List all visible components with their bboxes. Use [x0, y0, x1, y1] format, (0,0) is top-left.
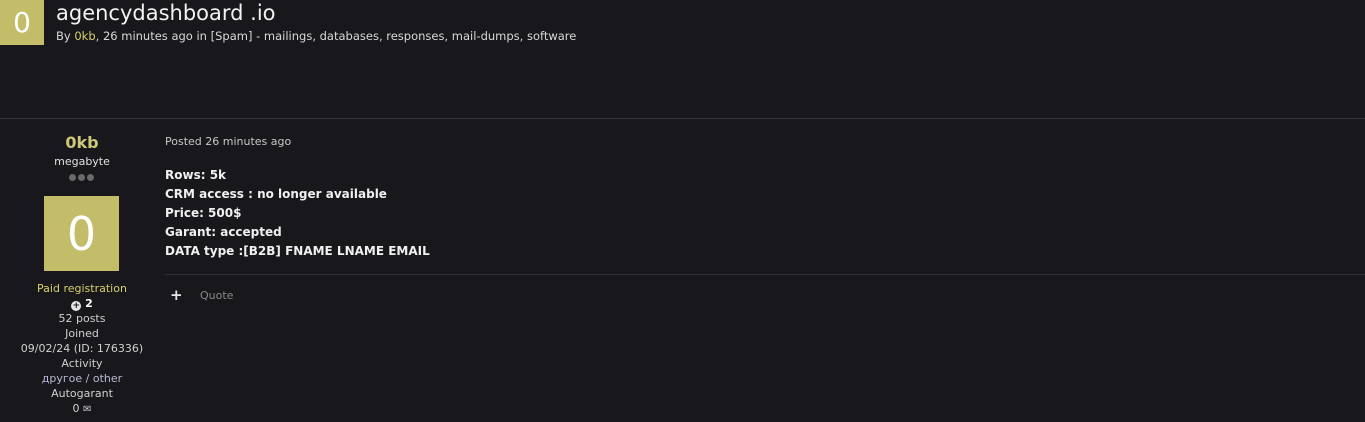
post-content: Posted 26 minutes ago Rows: 5k CRM acces…	[165, 119, 1365, 422]
activity-label: Activity	[61, 357, 103, 370]
post-line: DATA type :[B2B] FNAME LNAME EMAIL	[165, 244, 430, 258]
topic-title: agencydashboard .io	[56, 1, 276, 25]
activity-value: другое / other	[41, 372, 123, 385]
author-group: Paid registration	[37, 282, 127, 295]
post-line: CRM access : no longer available	[165, 187, 387, 201]
handshake-icon: ✉	[83, 404, 92, 415]
joined-label: Joined	[65, 327, 99, 340]
author-post-count: 52 posts	[58, 312, 106, 325]
joined-value: 09/02/24 (ID: 176336)	[20, 342, 144, 355]
post-divider	[165, 274, 1365, 275]
author-avatar[interactable]: 0	[44, 196, 119, 271]
reputation-count: 2	[85, 297, 93, 310]
author-reputation[interactable]: + 2	[0, 297, 164, 311]
topic-avatar[interactable]: 0	[0, 0, 44, 45]
quote-button[interactable]: Quote	[200, 289, 233, 302]
post-body: Rows: 5k CRM access : no longer availabl…	[165, 166, 430, 261]
autogarant-value: 0	[72, 402, 80, 415]
topic-time: , 26 minutes ago in	[95, 29, 211, 43]
autogarant-label: Autogarant	[51, 387, 113, 400]
by-prefix: By	[56, 29, 75, 43]
author-rank: megabyte	[54, 155, 110, 168]
rank-pips-icon	[69, 174, 94, 181]
topic-category-link[interactable]: [Spam] - mailings, databases, responses,…	[211, 29, 577, 43]
topic-meta: By 0kb, 26 minutes ago in [Spam] - maili…	[56, 29, 576, 43]
post-line: Rows: 5k	[165, 168, 227, 182]
post-date[interactable]: Posted 26 minutes ago	[165, 135, 291, 148]
autogarant-row: 0 ✉	[0, 402, 164, 415]
plus-button[interactable]: +	[170, 286, 183, 304]
post-line: Price: 500$	[165, 206, 242, 220]
author-panel: 0kb megabyte 0 Paid registration + 2 52 …	[0, 119, 164, 422]
topic-author-link[interactable]: 0kb	[74, 29, 95, 43]
author-name-link[interactable]: 0kb	[0, 133, 164, 152]
post-line: Garant: accepted	[165, 225, 282, 239]
topic-header: 0 agencydashboard .io By 0kb, 26 minutes…	[0, 0, 1365, 118]
plus-circle-icon: +	[71, 301, 82, 311]
